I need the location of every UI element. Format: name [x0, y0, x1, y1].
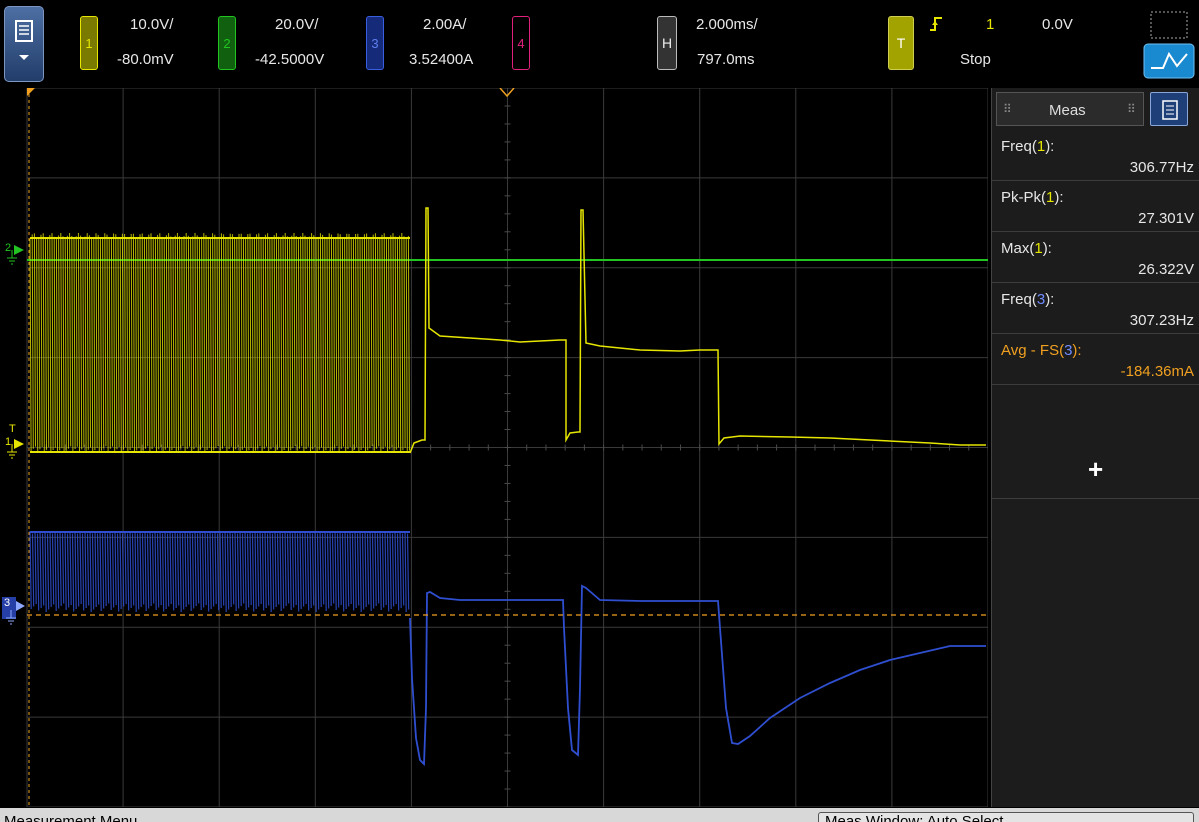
channel-2-scale: 20.0V/: [275, 16, 319, 33]
measurement-name: Freq(: [1001, 291, 1037, 308]
channel-2-marker-label: 2: [5, 242, 12, 254]
meas-tab-label: Meas: [1049, 102, 1086, 119]
channel-1-offset: -80.0mV: [117, 51, 174, 68]
channel-4-button[interactable]: 4: [512, 16, 530, 70]
status-message: Measurement Menu: [4, 813, 138, 822]
channel-2-button[interactable]: 2: [218, 16, 236, 70]
measurement-value: 307.23Hz: [1129, 312, 1194, 329]
channel-3-offset: 3.52400A: [409, 51, 474, 68]
measurement-channel: 3: [1036, 291, 1046, 308]
meas-window-select[interactable]: Meas Window: Auto Select: [818, 812, 1194, 822]
measurement-close: ):: [1045, 291, 1055, 308]
channel-2-offset: -42.5000V: [255, 51, 325, 68]
measurement-label: Freq(1):: [1001, 138, 1054, 155]
channel-2-ground-marker[interactable]: 2: [2, 242, 26, 266]
trigger-label: T: [896, 35, 906, 51]
measurement-close: ):: [1045, 138, 1055, 155]
measurement-close: ):: [1054, 189, 1064, 206]
graticule: [26, 88, 988, 807]
meas-tab[interactable]: ⠿ Meas ⠿: [996, 92, 1144, 126]
channel-3-ground-marker[interactable]: 3: [1, 596, 27, 630]
channel-1-trace: [409, 207, 986, 454]
rising-edge-icon: [930, 17, 942, 31]
measurement-close: ):: [1072, 342, 1082, 359]
trigger-level-marker[interactable]: T: [9, 423, 16, 435]
measurement-channel: 1: [1034, 240, 1043, 257]
channel-1-button[interactable]: 1: [80, 16, 98, 70]
meas-menu-button[interactable]: [1150, 92, 1188, 126]
measurement-label: Pk-Pk(1):: [1001, 189, 1064, 206]
channel-1-ground-marker[interactable]: 1: [2, 436, 26, 460]
channel-2-label: 2: [223, 35, 231, 51]
document-menu-icon: [15, 20, 33, 60]
measurement-row[interactable]: Avg - FS(3): -184.36mA: [992, 334, 1199, 385]
channel-4-label: 4: [517, 35, 525, 51]
trigger-marker-label: T: [9, 423, 16, 435]
measurement-label: Avg - FS(3):: [1001, 342, 1082, 359]
horizontal-delay: 797.0ms: [697, 51, 755, 68]
measurement-row[interactable]: Freq(3): 307.23Hz: [992, 283, 1199, 334]
trigger-source: 1: [986, 16, 995, 33]
measurement-row[interactable]: Freq(1): 306.77Hz: [992, 130, 1199, 181]
measurement-value: -184.36mA: [1120, 363, 1194, 380]
add-measurement-button[interactable]: +: [1088, 454, 1103, 485]
channel-3-button[interactable]: 3: [366, 16, 384, 70]
channel-3-label: 3: [371, 35, 379, 51]
measurement-channel: 1: [1036, 138, 1046, 155]
time-reference-marker: [27, 88, 35, 96]
main-menu-button[interactable]: [4, 6, 44, 82]
channel-1-marker-label: 1: [5, 436, 12, 448]
measurement-name: Max(: [1001, 240, 1035, 257]
measurement-name: Avg - FS(: [1001, 342, 1065, 359]
measurement-close: ):: [1042, 240, 1052, 257]
measurement-value: 27.301V: [1138, 210, 1194, 227]
measurement-panel: ⠿ Meas ⠿ Freq(1): 306.77Hz Pk-Pk(1): 27.301…: [991, 88, 1199, 807]
top-toolbar: 1 10.0V/ -80.0mV 2 20.0V/ -42.5000V 3 2.…: [0, 0, 1199, 88]
horizontal-button[interactable]: H: [657, 16, 677, 70]
trigger-level: 0.0V: [1042, 16, 1073, 33]
zoom-button[interactable]: [1141, 8, 1195, 80]
horizontal-label: H: [661, 35, 673, 51]
channel-1-burst: [29, 232, 410, 454]
channel-1-label: 1: [85, 35, 93, 51]
channel-1-scale: 10.0V/: [130, 16, 174, 33]
waveform-display[interactable]: 2 T 1 3: [0, 88, 988, 807]
drag-handle-icon[interactable]: ⠿: [1127, 102, 1136, 116]
measurement-value: 306.77Hz: [1129, 159, 1194, 176]
measurement-value: 26.322V: [1138, 261, 1194, 278]
measurement-label: Max(1):: [1001, 240, 1052, 257]
measurement-name: Freq(: [1001, 138, 1037, 155]
channel-3-trace: [409, 584, 986, 767]
status-bar: Measurement Menu Meas Window: Auto Selec…: [0, 808, 1199, 822]
measurement-name: Pk-Pk(: [1001, 189, 1046, 206]
measurement-row[interactable]: Max(1): 26.322V: [992, 232, 1199, 283]
measurement-row[interactable]: Pk-Pk(1): 27.301V: [992, 181, 1199, 232]
acquisition-state: Stop: [960, 51, 991, 68]
channel-3-marker-label: 3: [4, 597, 11, 609]
document-menu-icon: [1162, 100, 1178, 120]
measurement-label: Freq(3):: [1001, 291, 1054, 308]
drag-handle-icon[interactable]: ⠿: [1003, 102, 1012, 116]
horizontal-scale: 2.000ms/: [696, 16, 758, 33]
zoom-box-icon: [1143, 11, 1195, 79]
trigger-button[interactable]: T: [888, 16, 914, 70]
channel-3-scale: 2.00A/: [423, 16, 467, 33]
add-measurement-row[interactable]: +: [992, 440, 1199, 499]
